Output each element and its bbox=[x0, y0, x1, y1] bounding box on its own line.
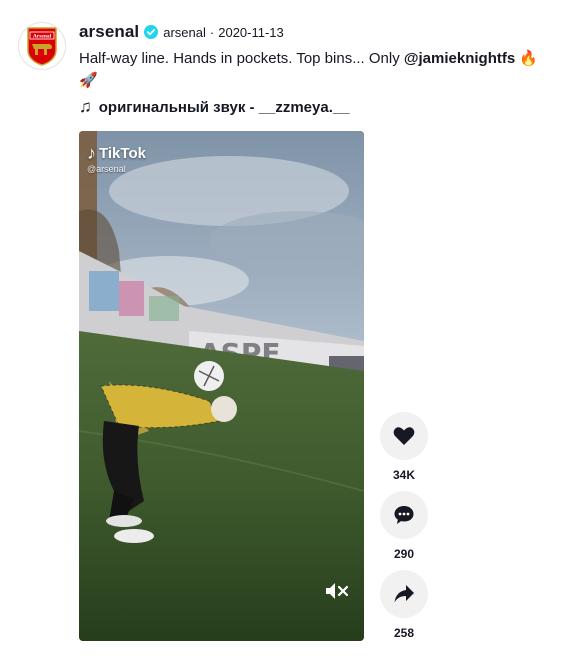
comment-count: 290 bbox=[393, 547, 415, 561]
svg-text:Arsenal: Arsenal bbox=[33, 34, 52, 40]
fire-emoji: 🔥 bbox=[519, 50, 539, 67]
music-note-icon: ♫ bbox=[79, 97, 92, 116]
like-button[interactable] bbox=[380, 412, 428, 460]
video-player[interactable]: ASPE ♪ TikTok @arsenal bbox=[79, 131, 364, 641]
comment-action: 290 bbox=[380, 491, 428, 561]
share-arrow-icon bbox=[394, 585, 414, 603]
music-link[interactable]: ♫ оригинальный звук - __zzmeya.__ bbox=[79, 97, 350, 117]
author-handle[interactable]: arsenal bbox=[163, 25, 206, 40]
comment-button[interactable] bbox=[380, 491, 428, 539]
author-row: arsenal arsenal · 2020-11-13 bbox=[79, 22, 566, 42]
video-frame: ASPE bbox=[79, 131, 364, 641]
post-caption: Half-way line. Hands in pockets. Top bin… bbox=[79, 48, 566, 92]
post-header: arsenal arsenal · 2020-11-13 Half-way li… bbox=[79, 22, 566, 92]
share-button[interactable] bbox=[380, 570, 428, 618]
verified-badge-icon bbox=[144, 25, 159, 39]
arsenal-crest-icon: Arsenal bbox=[27, 27, 57, 66]
comment-bubble-icon bbox=[394, 506, 414, 524]
action-bar: 34K 290 258 bbox=[380, 412, 428, 649]
heart-icon bbox=[393, 427, 415, 445]
like-count: 34K bbox=[392, 468, 415, 482]
separator-dot: · bbox=[209, 24, 215, 40]
avatar[interactable]: Arsenal bbox=[18, 22, 66, 70]
music-label: оригинальный звук - __zzmeya.__ bbox=[98, 98, 350, 116]
like-action: 34K bbox=[380, 412, 428, 482]
tiktok-watermark-handle: @arsenal bbox=[87, 164, 126, 174]
tiktok-watermark: ♪ TikTok bbox=[87, 143, 146, 164]
share-count: 258 bbox=[393, 626, 415, 640]
caption-text: Half-way line. Hands in pockets. Top bin… bbox=[79, 50, 404, 67]
mute-button[interactable] bbox=[322, 579, 352, 603]
caption-mention-link[interactable]: @jamieknightfs bbox=[404, 50, 515, 67]
post-date: 2020-11-13 bbox=[218, 24, 284, 40]
author-display-name[interactable]: arsenal bbox=[79, 22, 139, 42]
rocket-emoji: 🚀 bbox=[79, 72, 98, 89]
tiktok-logo-icon: ♪ bbox=[87, 143, 96, 163]
share-action: 258 bbox=[380, 570, 428, 640]
speaker-muted-icon bbox=[326, 583, 349, 599]
tiktok-watermark-brand: TikTok bbox=[99, 145, 146, 162]
